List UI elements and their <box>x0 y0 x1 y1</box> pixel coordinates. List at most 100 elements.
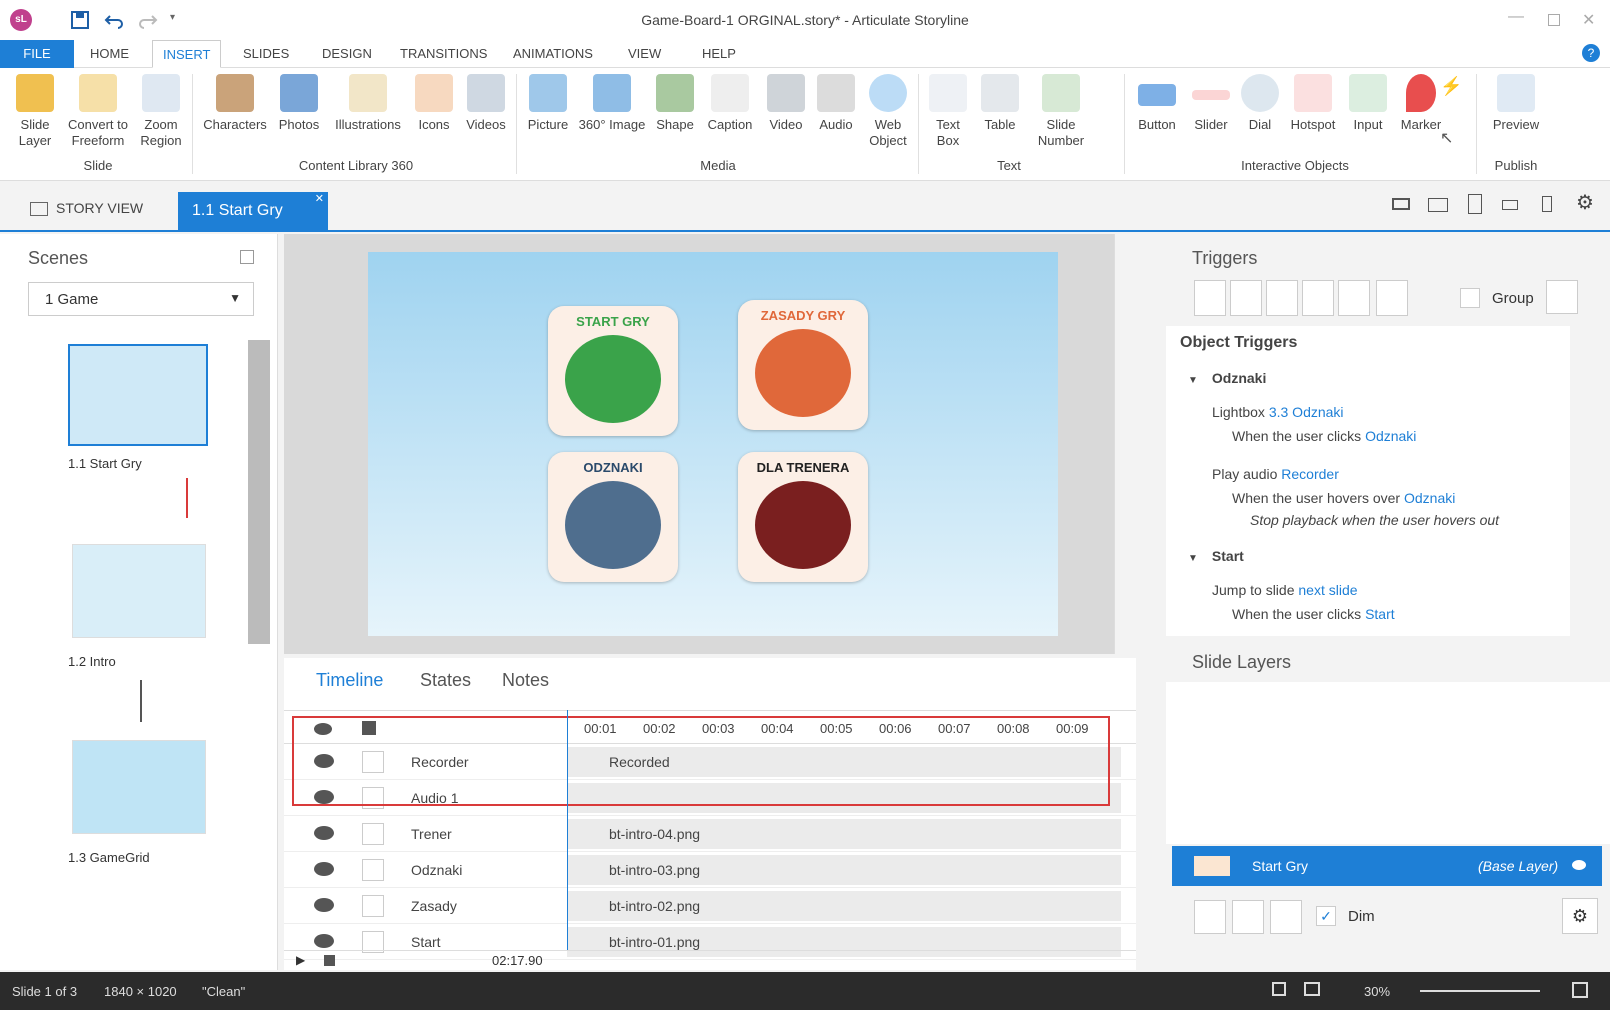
menu-help[interactable]: HELP <box>702 40 736 68</box>
variables-button[interactable] <box>1546 280 1578 314</box>
timeline-row[interactable]: Odznaki bt-intro-03.png <box>284 852 1136 888</box>
layer-settings-icon[interactable]: ⚙ <box>1562 898 1598 934</box>
dim-checkbox[interactable]: ✓ <box>1316 906 1336 926</box>
timeline-row[interactable]: Zasady bt-intro-02.png <box>284 888 1136 924</box>
tablet-portrait-icon[interactable] <box>1468 194 1482 214</box>
fit-window-icon[interactable] <box>1572 982 1588 998</box>
new-layer-button[interactable] <box>1194 900 1226 934</box>
preview-button[interactable]: Preview <box>1486 74 1546 133</box>
tab-states[interactable]: States <box>420 670 471 691</box>
delete-layer-button[interactable] <box>1270 900 1302 934</box>
stop-icon[interactable] <box>324 955 335 966</box>
visibility-eye-icon[interactable] <box>314 826 334 840</box>
help-icon[interactable]: ? <box>1582 44 1600 62</box>
text-box-button[interactable]: Text Box <box>924 74 972 149</box>
reorder-trigger-button[interactable] <box>1376 280 1408 316</box>
input-button[interactable]: Input <box>1344 74 1392 133</box>
scene-selector[interactable]: 1 Game ▼ <box>28 282 254 316</box>
panel-float-icon[interactable] <box>240 250 254 264</box>
menu-design[interactable]: DESIGN <box>322 40 372 68</box>
new-trigger-button[interactable] <box>1194 280 1226 316</box>
visibility-eye-icon[interactable] <box>314 862 334 876</box>
group-checkbox[interactable] <box>1460 288 1480 308</box>
cursor-icon[interactable]: ↖ <box>1440 128 1453 148</box>
trigger-lightbox[interactable]: Lightbox 3.3 Odznaki <box>1212 404 1344 420</box>
timeline-bar[interactable]: bt-intro-03.png <box>567 855 1121 885</box>
zoom-slider[interactable] <box>1420 990 1540 992</box>
timeline-bar[interactable]: bt-intro-04.png <box>567 819 1121 849</box>
visibility-eye-icon[interactable] <box>314 934 334 948</box>
normal-view-icon[interactable] <box>1304 982 1320 996</box>
menu-animations[interactable]: ANIMATIONS <box>513 40 593 68</box>
layer-eye-icon[interactable] <box>1572 860 1586 870</box>
characters-button[interactable]: Characters <box>200 74 270 133</box>
close-button[interactable]: ✕ <box>1582 10 1595 30</box>
start-group[interactable]: ▼ Start <box>1188 548 1244 564</box>
picture-button[interactable]: Picture <box>522 74 574 133</box>
slide-layer-button[interactable]: Slide Layer <box>10 74 60 149</box>
canvas-scrollbar[interactable] <box>1114 234 1136 654</box>
paste-trigger-button[interactable] <box>1302 280 1334 316</box>
slide-thumb-1[interactable] <box>68 344 208 446</box>
audio-button[interactable]: Audio <box>812 74 860 133</box>
timeline-row[interactable]: Trener bt-intro-04.png <box>284 816 1136 852</box>
shape-button[interactable]: Shape <box>650 74 700 133</box>
trigger-play-audio[interactable]: Play audio Recorder <box>1212 466 1339 482</box>
play-icon[interactable]: ▶ <box>296 953 305 967</box>
edit-trigger-button[interactable] <box>1230 280 1262 316</box>
menu-home[interactable]: HOME <box>90 40 129 68</box>
delete-trigger-button[interactable] <box>1338 280 1370 316</box>
zoom-region-button[interactable]: Zoom Region <box>136 74 186 149</box>
lock-checkbox[interactable] <box>362 859 384 881</box>
odznaki-group[interactable]: ▼ Odznaki <box>1188 370 1266 386</box>
story-view-tab[interactable]: STORY VIEW <box>30 192 143 224</box>
icons-button[interactable]: Icons <box>410 74 458 133</box>
duplicate-layer-button[interactable] <box>1232 900 1264 934</box>
caption-button[interactable]: Caption <box>702 74 758 133</box>
illustrations-button[interactable]: Illustrations <box>328 74 408 133</box>
zasady-gry-card[interactable]: ZASADY GRY <box>738 300 868 430</box>
video-button[interactable]: Video <box>762 74 810 133</box>
convert-freeform-button[interactable]: Convert to Freeform <box>62 74 134 149</box>
base-layer-row[interactable]: Start Gry (Base Layer) <box>1172 846 1602 886</box>
slide-number-button[interactable]: Slide Number <box>1028 74 1094 149</box>
button-button[interactable]: Button <box>1130 74 1184 133</box>
maximize-button[interactable] <box>1548 14 1560 26</box>
hotspot-button[interactable]: Hotspot <box>1284 74 1342 133</box>
slide-tab-active[interactable]: 1.1 Start Gry ✕ <box>178 192 328 232</box>
web-object-button[interactable]: Web Object <box>862 74 914 149</box>
menu-transitions[interactable]: TRANSITIONS <box>400 40 487 68</box>
desktop-view-icon[interactable] <box>1392 198 1410 210</box>
lock-checkbox[interactable] <box>362 823 384 845</box>
dla-trenera-card[interactable]: DLA TRENERA <box>738 452 868 582</box>
trigger-jump[interactable]: Jump to slide next slide <box>1212 582 1358 598</box>
tablet-landscape-icon[interactable] <box>1428 198 1448 212</box>
phone-portrait-icon[interactable] <box>1542 196 1552 212</box>
close-tab-icon[interactable]: ✕ <box>315 180 324 218</box>
slide-thumb-3[interactable] <box>72 740 206 834</box>
gear-icon[interactable]: ⚙ <box>1576 190 1594 215</box>
copy-trigger-button[interactable] <box>1266 280 1298 316</box>
grid-view-icon[interactable] <box>1272 982 1286 996</box>
slide-thumb-2[interactable] <box>72 544 206 638</box>
trigger-icon[interactable]: ⚡ <box>1440 76 1462 97</box>
menu-file[interactable]: FILE <box>0 40 74 68</box>
menu-slides[interactable]: SLIDES <box>243 40 289 68</box>
tab-timeline[interactable]: Timeline <box>316 670 383 691</box>
visibility-eye-icon[interactable] <box>314 898 334 912</box>
image360-button[interactable]: 360° Image <box>576 74 648 133</box>
minimize-button[interactable]: — <box>1508 8 1524 26</box>
tab-notes[interactable]: Notes <box>502 670 549 691</box>
menu-view[interactable]: VIEW <box>628 40 661 68</box>
phone-landscape-icon[interactable] <box>1502 200 1518 210</box>
slider-button[interactable]: Slider <box>1186 74 1236 133</box>
start-gry-card[interactable]: START GRY <box>548 306 678 436</box>
photos-button[interactable]: Photos <box>272 74 326 133</box>
table-button[interactable]: Table <box>974 74 1026 133</box>
lock-checkbox[interactable] <box>362 895 384 917</box>
timeline-bar[interactable]: bt-intro-02.png <box>567 891 1121 921</box>
menu-insert[interactable]: INSERT <box>152 40 222 68</box>
odznaki-card[interactable]: ODZNAKI <box>548 452 678 582</box>
dial-button[interactable]: Dial <box>1238 74 1282 133</box>
videos-button[interactable]: Videos <box>460 74 512 133</box>
